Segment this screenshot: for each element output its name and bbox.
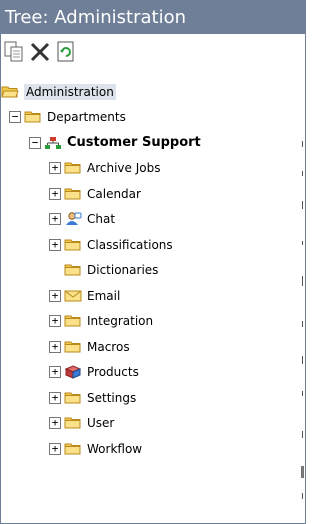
expand-toggle[interactable]: + [49,417,61,430]
tree-node-workflow[interactable]: + Workflow [1,436,293,462]
expand-toggle[interactable]: + [49,340,61,353]
tree-node-administration[interactable]: Administration [1,79,293,105]
expand-toggle[interactable]: + [49,391,61,404]
copy-icon [4,41,23,62]
tree-node-dictionaries[interactable]: Dictionaries [1,258,293,284]
toolbar [1,34,305,70]
tree-node-chat[interactable]: + Chat [1,207,293,233]
tree-node-label: Archive Jobs [87,161,161,176]
envelope-icon [64,289,82,303]
folder-icon [64,161,82,175]
tree-node-label: Dictionaries [87,263,159,278]
tree-node-label: Calendar [87,186,141,201]
folder-icon [64,391,82,405]
tree-node-label: Macros [87,339,130,354]
tree-node-integration[interactable]: + Integration [1,309,293,335]
tree-node-customer-support[interactable]: − Customer Support [1,130,293,156]
delete-icon [30,42,50,62]
tree-node-label: Workflow [87,441,143,456]
expand-toggle[interactable]: + [49,366,61,379]
collapse-toggle[interactable]: − [9,111,21,124]
collapse-toggle[interactable]: − [29,136,41,149]
folder-icon [24,110,42,124]
tree-node-email[interactable]: + Email [1,283,293,309]
tree-node-departments[interactable]: − Departments [1,105,293,131]
tree-node-products[interactable]: + Products [1,360,293,386]
tree-node-label: Settings [87,390,137,405]
tree-node-label: User [87,416,115,431]
tree-node-label: Customer Support [67,135,201,151]
tree-node-macros[interactable]: + Macros [1,334,293,360]
tree-node-label: Departments [47,110,126,125]
folder-open-icon [1,85,19,99]
refresh-button[interactable] [53,39,79,65]
expand-toggle[interactable]: + [49,187,61,200]
tree-node-settings[interactable]: + Settings [1,385,293,411]
folder-icon [64,340,82,354]
expand-toggle[interactable]: + [49,213,61,226]
tree-node-calendar[interactable]: + Calendar [1,181,293,207]
expand-toggle[interactable]: + [49,289,61,302]
tree-panel: Tree: Administration Administration − De… [0,0,306,524]
folder-icon [64,187,82,201]
tree-node-user[interactable]: + User [1,411,293,437]
tree-view: Administration − Departments − Customer … [1,79,293,462]
side-strip-decoration [301,141,304,499]
folder-icon [64,263,82,277]
folder-icon [64,238,82,252]
expand-spacer [49,264,64,276]
products-icon [64,365,82,380]
tree-node-label: Products [87,365,139,380]
tree-node-archive-jobs[interactable]: + Archive Jobs [1,156,293,182]
tree-node-label: Email [87,288,121,303]
tree-node-label: Integration [87,314,154,329]
expand-toggle[interactable]: + [49,238,61,251]
copy-button[interactable] [1,39,27,65]
expand-toggle[interactable]: + [49,442,61,455]
tree-node-label: Administration [24,83,116,100]
folder-icon [64,314,82,328]
panel-title: Tree: Administration [1,1,305,34]
org-chart-icon [44,136,62,150]
delete-button[interactable] [27,39,53,65]
chat-user-icon [64,212,82,226]
refresh-icon [57,41,74,62]
folder-icon [64,442,82,456]
expand-toggle[interactable]: + [49,162,61,175]
folder-icon [64,416,82,430]
tree-node-label: Chat [87,212,116,227]
tree-node-label: Classifications [87,237,173,252]
expand-toggle[interactable]: + [49,315,61,328]
tree-node-classifications[interactable]: + Classifications [1,232,293,258]
